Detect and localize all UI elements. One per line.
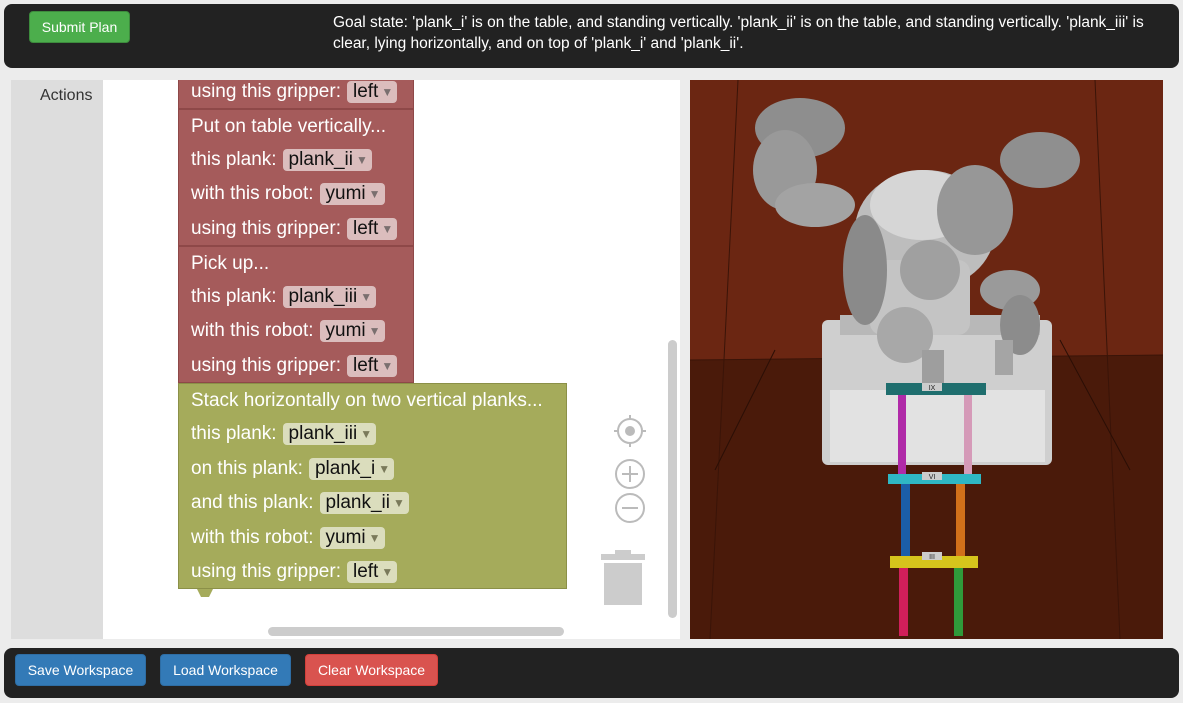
recenter-icon[interactable]	[613, 414, 647, 448]
block-pick-up[interactable]: Pick up... this plank: plank_iii ▼ with t…	[178, 246, 414, 383]
dropdown-arrow-icon: ▼	[368, 531, 381, 545]
scene-render: IX VI III	[690, 80, 1163, 639]
plank-dropdown[interactable]: plank_ii ▼	[282, 149, 372, 171]
plank-dropdown[interactable]: plank_iii ▼	[282, 286, 377, 308]
plank-label-top: IX	[929, 385, 936, 392]
dropdown-arrow-icon: ▼	[392, 496, 405, 510]
zoom-in-icon[interactable]	[613, 457, 647, 491]
dropdown-arrow-icon: ▼	[381, 359, 394, 373]
plank-dropdown[interactable]: plank_iii ▼	[282, 423, 377, 445]
blockly-workspace[interactable]: Actions using this gripper: left ▼ Put on…	[11, 80, 680, 639]
horizontal-scrollbar[interactable]	[268, 627, 564, 636]
dropdown-arrow-icon: ▼	[378, 462, 391, 476]
dropdown-arrow-icon: ▼	[381, 85, 394, 99]
dropdown-arrow-icon: ▼	[368, 187, 381, 201]
gripper-dropdown[interactable]: left ▼	[346, 561, 398, 583]
block-title: Put on table vertically...	[191, 116, 387, 137]
plank-label: this plank:	[191, 149, 277, 170]
robot-label: with this robot:	[191, 183, 314, 204]
vertical-scrollbar[interactable]	[668, 340, 677, 618]
gripper-label: using this gripper:	[191, 561, 341, 582]
robot-dropdown[interactable]: yumi ▼	[319, 527, 385, 549]
plank-label-mid: VI	[929, 474, 936, 481]
robot-label: with this robot:	[191, 320, 314, 341]
bottom-bar: Save Workspace Load Workspace Clear Work…	[4, 648, 1179, 698]
gripper-dropdown[interactable]: left ▼	[346, 355, 398, 377]
plank-label: this plank:	[191, 286, 277, 307]
robot-dropdown[interactable]: yumi ▼	[319, 183, 385, 205]
goal-state-text: Goal state: 'plank_i' is on the table, a…	[333, 14, 1144, 52]
block-title: Stack horizontally on two vertical plank…	[191, 390, 543, 411]
dropdown-arrow-icon: ▼	[360, 290, 373, 304]
clear-workspace-button[interactable]: Clear Workspace	[305, 654, 438, 686]
plank-label: this plank:	[191, 423, 277, 444]
block-connector-notch	[197, 589, 213, 597]
dropdown-arrow-icon: ▼	[360, 427, 373, 441]
block-title: Pick up...	[191, 253, 270, 274]
and-plank-label: and this plank:	[191, 492, 314, 513]
plank-label-low: III	[929, 554, 935, 561]
and-plank-dropdown[interactable]: plank_ii ▼	[319, 492, 409, 514]
load-workspace-button[interactable]: Load Workspace	[160, 654, 291, 686]
block-partial-gripper[interactable]: using this gripper: left ▼	[178, 80, 414, 109]
zoom-out-icon[interactable]	[613, 491, 647, 525]
save-workspace-button[interactable]: Save Workspace	[15, 654, 146, 686]
block-stack-horizontally[interactable]: Stack horizontally on two vertical plank…	[178, 383, 567, 589]
dropdown-arrow-icon: ▼	[368, 324, 381, 338]
toolbox-category-actions[interactable]: Actions	[40, 87, 92, 105]
top-bar: Submit Plan Goal state: 'plank_i' is on …	[4, 4, 1179, 68]
gripper-dropdown[interactable]: left ▼	[346, 81, 398, 103]
gripper-label: using this gripper:	[191, 355, 341, 376]
dropdown-arrow-icon: ▼	[381, 565, 394, 579]
on-plank-label: on this plank:	[191, 458, 303, 479]
dropdown-arrow-icon: ▼	[355, 153, 368, 167]
robot-dropdown[interactable]: yumi ▼	[319, 320, 385, 342]
robot-label: with this robot:	[191, 527, 314, 548]
robot-simulation-view: IX VI III	[690, 80, 1163, 639]
block-put-on-table-vertically[interactable]: Put on table vertically... this plank: p…	[178, 109, 414, 246]
gripper-label: using this gripper:	[191, 218, 341, 239]
trash-icon[interactable]	[601, 550, 645, 606]
toolbox: Actions	[11, 80, 103, 639]
dropdown-arrow-icon: ▼	[381, 222, 394, 236]
submit-plan-button[interactable]: Submit Plan	[29, 11, 130, 43]
gripper-label: using this gripper:	[191, 81, 341, 102]
on-plank-dropdown[interactable]: plank_i ▼	[308, 458, 395, 480]
gripper-dropdown[interactable]: left ▼	[346, 218, 398, 240]
